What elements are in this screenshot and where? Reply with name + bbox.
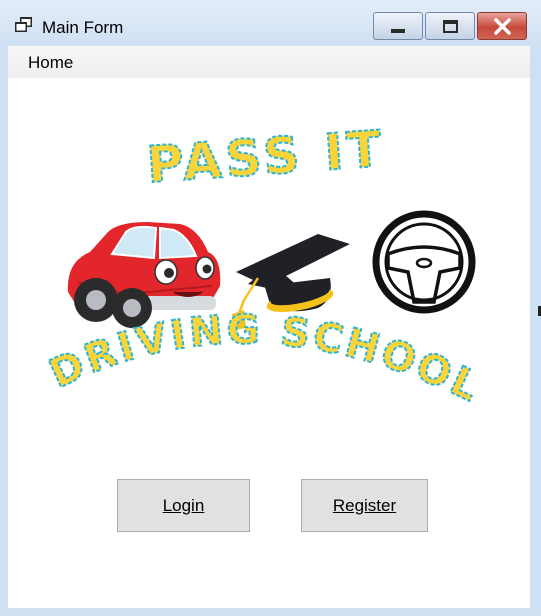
logo-subline-text: DRIVING SCHOOL xyxy=(42,306,487,413)
login-button[interactable]: Login xyxy=(117,479,250,532)
pass-it-logo: PASS IT DRIVING SCHOOL xyxy=(42,119,489,413)
minimize-icon xyxy=(391,29,405,33)
steering-wheel-icon xyxy=(372,210,476,314)
login-button-label: Login xyxy=(162,495,205,515)
client-area: Home PASS IT DRIVING SCHOOL Login Regist… xyxy=(8,46,530,608)
title-bar[interactable]: Main Form xyxy=(0,0,541,46)
window-title: Main Form xyxy=(42,18,124,37)
minimize-button[interactable] xyxy=(373,12,423,40)
app-icon xyxy=(15,17,32,32)
logo-subline: DRIVING SCHOOL xyxy=(43,307,489,412)
maximize-button[interactable] xyxy=(425,12,475,40)
close-icon xyxy=(494,18,511,35)
logo-headline: PASS IT xyxy=(145,120,387,195)
register-button[interactable]: Register xyxy=(301,479,428,532)
close-button[interactable] xyxy=(477,12,527,40)
main-form-window: Main Form Home PASS IT DRIVING SCHOOL Lo… xyxy=(0,0,541,616)
maximize-icon xyxy=(443,20,458,33)
register-button-label: Register xyxy=(332,495,397,515)
